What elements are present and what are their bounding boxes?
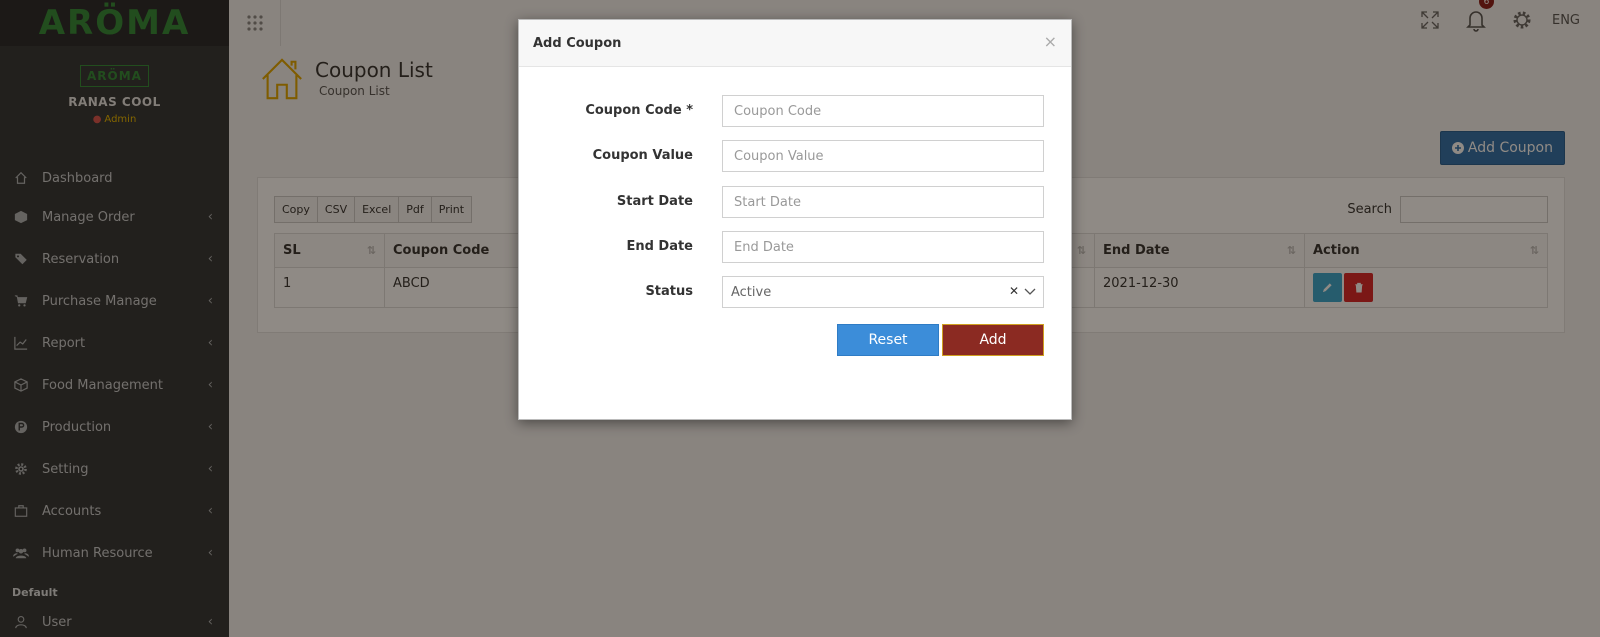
end-date-row: End Date xyxy=(519,231,1071,263)
end-date-label: End Date xyxy=(626,239,693,254)
modal-title: Add Coupon xyxy=(533,35,622,51)
status-select[interactable]: Active ✕ xyxy=(722,276,1044,308)
coupon-value-row: Coupon Value xyxy=(519,140,1071,172)
modal-header: Add Coupon × xyxy=(519,20,1071,67)
close-icon[interactable]: × xyxy=(1044,32,1057,51)
status-selected-value: Active xyxy=(731,284,772,300)
clear-icon[interactable]: ✕ xyxy=(1009,284,1019,298)
status-label: Status xyxy=(645,284,693,299)
coupon-value-label: Coupon Value xyxy=(592,148,693,163)
start-date-input[interactable] xyxy=(722,186,1044,218)
end-date-input[interactable] xyxy=(722,231,1044,263)
reset-button[interactable]: Reset xyxy=(837,324,939,356)
coupon-code-row: Coupon Code * xyxy=(519,95,1071,127)
status-row: Status Active ✕ xyxy=(519,276,1071,308)
add-button[interactable]: Add xyxy=(942,324,1044,356)
coupon-code-input[interactable] xyxy=(722,95,1044,127)
start-date-label: Start Date xyxy=(616,194,693,209)
chevron-down-icon[interactable] xyxy=(1024,285,1036,297)
add-coupon-modal: Add Coupon × Coupon Code * Coupon Value … xyxy=(518,19,1072,420)
coupon-value-input[interactable] xyxy=(722,140,1044,172)
coupon-code-label: Coupon Code * xyxy=(585,103,693,118)
start-date-row: Start Date xyxy=(519,186,1071,218)
